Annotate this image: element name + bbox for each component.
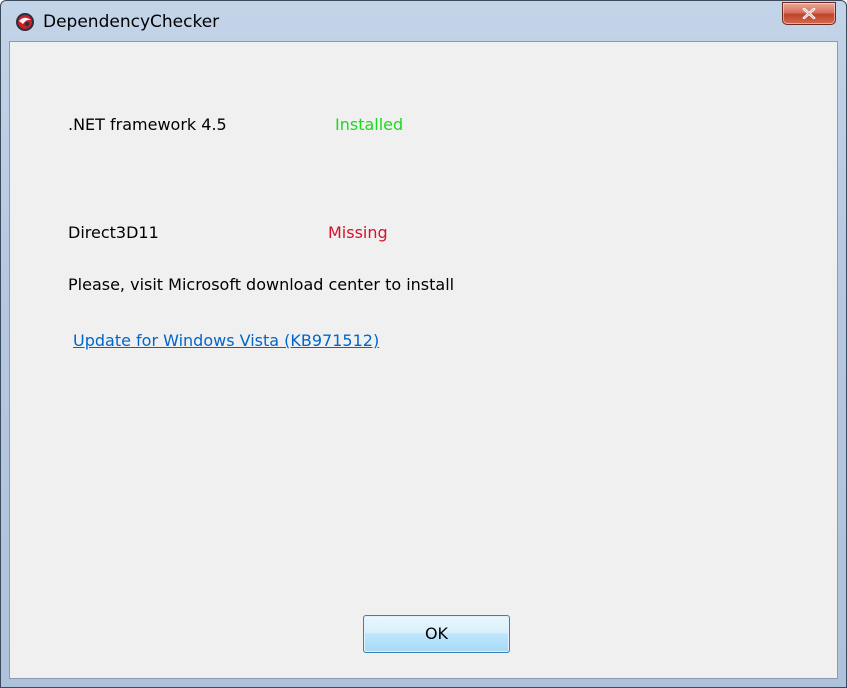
close-button[interactable] — [782, 2, 836, 25]
dependency-status-dotnet: Installed — [335, 115, 404, 134]
app-icon — [15, 12, 35, 32]
close-icon — [802, 8, 816, 19]
ok-button[interactable]: OK — [363, 615, 510, 653]
kb971512-download-link[interactable]: Update for Windows Vista (KB971512) — [73, 331, 379, 351]
dialog-content: .NET framework 4.5 Installed Direct3D11 … — [9, 41, 838, 679]
window-title: DependencyChecker — [43, 12, 220, 32]
install-instruction-text: Please, visit Microsoft download center … — [68, 275, 455, 294]
dependency-status-direct3d11: Missing — [328, 223, 388, 242]
title-bar[interactable]: DependencyChecker — [1, 1, 846, 41]
dependency-name-dotnet: .NET framework 4.5 — [68, 115, 227, 134]
dependency-checker-window: DependencyChecker .NET framework 4.5 Ins… — [0, 0, 847, 688]
dependency-name-direct3d11: Direct3D11 — [68, 223, 159, 242]
